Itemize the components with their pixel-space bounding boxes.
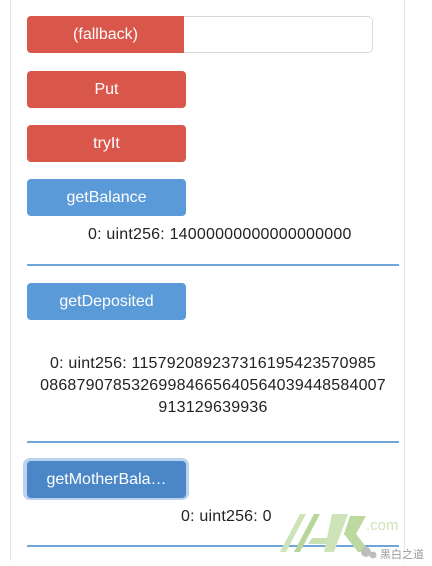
get-mother-balance-result: 0: uint256: 0 bbox=[181, 508, 272, 525]
panel-left-border bbox=[10, 0, 11, 561]
put-button[interactable]: Put bbox=[27, 71, 186, 108]
result-line: 913129639936 bbox=[158, 399, 268, 416]
watermark-logo: .com 黑白之道 bbox=[272, 508, 432, 561]
fallback-group: (fallback) bbox=[27, 16, 376, 54]
get-balance-button[interactable]: getBalance bbox=[27, 179, 186, 216]
result-line: 08687907853269984665640564039448584007 bbox=[40, 377, 386, 394]
get-balance-result: 0: uint256: 14000000000000000000 bbox=[88, 226, 352, 243]
fallback-button[interactable]: (fallback) bbox=[27, 16, 184, 53]
get-mother-balance-button[interactable]: getMotherBala… bbox=[27, 461, 186, 498]
watermark-com: .com bbox=[366, 517, 399, 534]
panel-right-border bbox=[404, 0, 405, 561]
divider bbox=[27, 441, 399, 443]
divider bbox=[27, 264, 399, 266]
result-line: 0: uint256: 115792089237316195423570985 bbox=[49, 355, 377, 372]
fallback-input[interactable] bbox=[184, 17, 376, 54]
watermark-graphic-icon: .com 黑白之道 bbox=[280, 514, 424, 561]
watermark-brand: 黑白之道 bbox=[380, 547, 424, 561]
get-deposited-result: 0: uint256: 115792089237316195423570985 … bbox=[27, 353, 399, 419]
get-deposited-button[interactable]: getDeposited bbox=[27, 283, 186, 320]
tryit-button[interactable]: tryIt bbox=[27, 125, 186, 162]
